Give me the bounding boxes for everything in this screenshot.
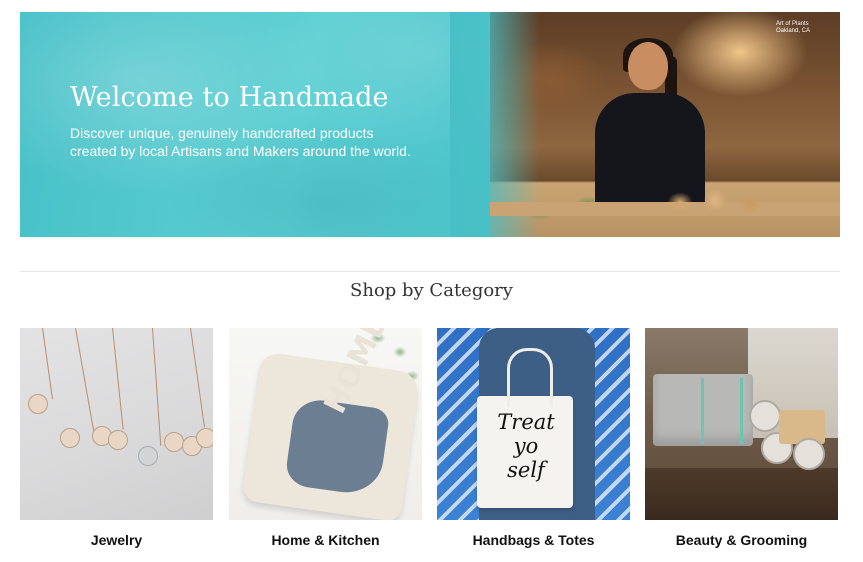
hero-title: Welcome to Handmade	[70, 82, 389, 113]
tote-bag-image: Treat yo self	[477, 348, 573, 508]
category-link-handbags-totes[interactable]: Handbags & Totes	[437, 532, 630, 548]
tote-handle	[507, 348, 553, 407]
necklace-pendant	[60, 428, 80, 448]
category-image-beauty-grooming[interactable]	[645, 328, 838, 520]
wood-planters-image	[660, 180, 770, 220]
category-image-jewelry[interactable]	[20, 328, 213, 520]
hero-subtitle-line: created by local Artisans and Makers aro…	[70, 143, 411, 159]
necklace-chain	[152, 328, 162, 446]
ribbon-image	[701, 378, 743, 444]
necklace-pendant	[196, 428, 213, 448]
section-divider	[20, 271, 840, 272]
pillow-image: HOME	[241, 328, 421, 520]
category-link-home-kitchen[interactable]: Home & Kitchen	[229, 532, 422, 548]
necklace-pendant	[28, 394, 48, 414]
necklace-chain	[112, 328, 124, 430]
category-image-home-kitchen[interactable]: HOME	[229, 328, 422, 520]
necklace-chain	[42, 328, 54, 400]
hero-subtitle: Discover unique, genuinely handcrafted p…	[70, 124, 470, 160]
necklace-chain	[190, 328, 205, 428]
hero-banner[interactable]: Art of Plants Oakland, CA Welcome to Han…	[20, 12, 840, 237]
necklace-chain	[75, 328, 95, 431]
photo-credit-line: Oakland, CA	[776, 28, 811, 34]
necklace-pendant	[108, 430, 128, 450]
category-link-jewelry[interactable]: Jewelry	[20, 532, 213, 548]
section-title: Shop by Category	[350, 280, 513, 301]
tote-print-line: yo	[513, 434, 539, 458]
tote-print-line: Treat	[497, 410, 555, 434]
photo-credit-line: Art of Plants	[776, 21, 809, 27]
tote-print-line: self	[507, 458, 545, 482]
necklace-pendant	[138, 446, 158, 466]
tote-print-text: Treat yo self	[483, 410, 569, 482]
category-image-handbags-totes[interactable]: Treat yo self	[437, 328, 630, 520]
balm-jar-image	[749, 400, 781, 432]
balm-jar-image	[793, 438, 825, 470]
photo-credit: Art of Plants Oakland, CA	[776, 21, 836, 35]
artisan-head	[628, 42, 668, 90]
hero-subtitle-line: Discover unique, genuinely handcrafted p…	[70, 125, 374, 141]
necklace-pendant	[164, 432, 184, 452]
wood-table	[645, 468, 838, 520]
category-link-beauty-grooming[interactable]: Beauty & Grooming	[645, 532, 838, 548]
